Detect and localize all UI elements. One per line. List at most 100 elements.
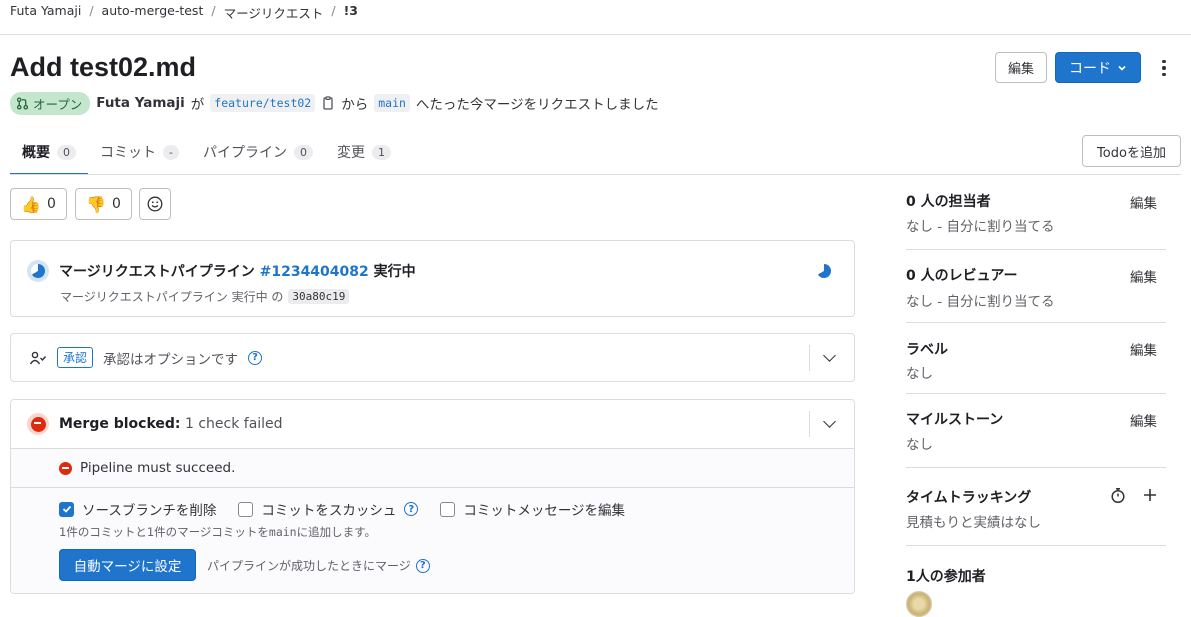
- commit-info-branch: main: [268, 525, 297, 539]
- tab-label: パイプライン: [202, 145, 287, 161]
- breadcrumb-separator: /: [211, 3, 216, 18]
- breadcrumb-mr-id[interactable]: !3: [344, 3, 358, 22]
- check-icon: [62, 505, 71, 513]
- breadcrumb-merge-requests[interactable]: マージリクエスト: [224, 3, 324, 22]
- header-divider: [0, 34, 1191, 35]
- squash-label[interactable]: コミットをスカッシュ: [261, 499, 396, 519]
- failed-check-icon: [59, 461, 72, 475]
- auto-merge-label: 自動マージに設定: [73, 559, 182, 575]
- divider: [809, 411, 810, 437]
- merge-options: ソースブランチを削除 コミットをスカッシュ ? コミットメッセージを編集: [59, 499, 625, 519]
- sidebar-divider: [906, 322, 1166, 323]
- code-dropdown-button[interactable]: コード: [1055, 52, 1141, 83]
- divider: [809, 345, 810, 371]
- edit-button[interactable]: 編集: [995, 52, 1047, 83]
- commit-info-a: 1件のコミットと1件のマージコミットを: [59, 525, 269, 539]
- labels-edit-button[interactable]: 編集: [1130, 339, 1157, 359]
- help-icon[interactable]: ?: [248, 350, 263, 365]
- approval-badge: 承認: [57, 347, 94, 368]
- time-tracking-value: 見積もりと実績はなし: [906, 515, 1041, 531]
- delete-branch-label[interactable]: ソースブランチを削除: [82, 499, 216, 519]
- avatar[interactable]: [906, 591, 932, 617]
- tab-count: 0: [57, 144, 76, 160]
- code-button-label: コード: [1069, 60, 1111, 77]
- auto-merge-button[interactable]: 自動マージに設定: [59, 549, 196, 581]
- tab-label: 概要: [22, 145, 50, 161]
- breadcrumb-separator: /: [331, 3, 336, 18]
- labels-title: ラベル: [906, 342, 948, 358]
- breadcrumb: Futa Yamaji / auto-merge-test / マージリクエスト…: [10, 3, 358, 22]
- edit-message-checkbox[interactable]: [440, 501, 456, 517]
- add-reaction-button[interactable]: [139, 188, 171, 220]
- reviewers-edit-button[interactable]: 編集: [1130, 266, 1157, 286]
- sidebar-divider: [906, 467, 1166, 468]
- milestone-value: なし: [906, 437, 933, 453]
- status-badge-label: オープン: [33, 96, 83, 112]
- mr-tabs: 概要 0 コミット - パイプライン 0 変更 1: [10, 138, 403, 175]
- auto-merge-hint: パイプラインが成功したときにマージ: [207, 559, 411, 573]
- merge-blocked-icon: [27, 413, 49, 435]
- reviewers-value[interactable]: なし - 自分に割り当てる: [906, 290, 1054, 310]
- approval-user-icon: [29, 351, 47, 364]
- pipeline-title-prefix: マージリクエストパイプライン: [59, 264, 255, 280]
- approval-widget: 承認 承認はオプションです ?: [10, 333, 855, 382]
- meta-text-kara: から: [341, 97, 369, 113]
- running-status-icon[interactable]: [27, 260, 49, 282]
- participants-title: 1人の参加者: [906, 569, 986, 585]
- thumbs-down-icon: 👎: [86, 194, 106, 214]
- tab-overview[interactable]: 概要 0: [10, 138, 88, 175]
- target-branch[interactable]: main: [374, 94, 410, 112]
- help-icon[interactable]: ?: [404, 502, 419, 516]
- milestone-title: マイルストーン: [906, 412, 1004, 428]
- pipeline-widget: マージリクエストパイプライン #1234404082 実行中 マージリクエストパ…: [10, 240, 855, 317]
- thumbs-down-count: 0: [112, 196, 121, 212]
- merge-request-icon: [16, 96, 29, 110]
- add-todo-button[interactable]: Todoを追加: [1082, 135, 1181, 167]
- sidebar-divider: [906, 545, 1166, 546]
- pipeline-id-link[interactable]: #1234404082: [260, 264, 369, 280]
- milestone-edit-button[interactable]: 編集: [1130, 410, 1157, 430]
- pipeline-title: マージリクエストパイプライン #1234404082 実行中: [59, 261, 416, 281]
- approval-text: 承認はオプションです: [103, 351, 239, 368]
- tab-commits[interactable]: コミット -: [88, 138, 191, 174]
- commit-sha[interactable]: 30a80c19: [288, 289, 350, 304]
- plus-icon[interactable]: [1143, 488, 1157, 502]
- reviewers-title: 0 人のレビュアー: [906, 268, 1018, 284]
- meta-text-tail: へたった今マージをリクエストしました: [415, 97, 659, 113]
- edit-button-label: 編集: [1007, 62, 1034, 77]
- merge-blocked-label: Merge blocked:: [59, 416, 181, 432]
- pipeline-subtext: マージリクエストパイプライン 実行中 の: [60, 290, 284, 304]
- check-text: Pipeline must succeed.: [80, 460, 236, 476]
- source-branch[interactable]: feature/test02: [210, 94, 316, 112]
- assignees-title: 0 人の担当者: [906, 194, 991, 210]
- edit-message-label[interactable]: コミットメッセージを編集: [463, 499, 625, 519]
- chevron-down-icon: [1118, 65, 1126, 71]
- tab-count: 1: [371, 144, 391, 160]
- thumbs-up-button[interactable]: 👍 0: [10, 188, 67, 220]
- author-link[interactable]: Futa Yamaji: [96, 95, 185, 111]
- pipeline-status-text: 実行中: [373, 264, 416, 280]
- tab-pipelines[interactable]: パイプライン 0: [191, 138, 325, 174]
- assignees-edit-button[interactable]: 編集: [1130, 192, 1157, 212]
- stopwatch-icon[interactable]: [1110, 487, 1126, 504]
- copy-icon[interactable]: [321, 96, 335, 110]
- smiley-icon: [147, 196, 163, 212]
- thumbs-down-button[interactable]: 👎 0: [75, 188, 132, 220]
- tab-changes[interactable]: 変更 1: [325, 138, 403, 174]
- more-actions-icon[interactable]: [1152, 58, 1176, 78]
- breadcrumb-user[interactable]: Futa Yamaji: [10, 3, 81, 22]
- chevron-down-icon[interactable]: [823, 349, 836, 362]
- page-title: Add test02.md: [10, 52, 197, 82]
- mr-meta-line: オープン Futa Yamaji が feature/test02 から mai…: [10, 91, 659, 115]
- status-badge: オープン: [10, 91, 91, 115]
- breadcrumb-project[interactable]: auto-merge-test: [102, 3, 204, 22]
- delete-branch-checkbox[interactable]: [59, 501, 74, 517]
- squash-checkbox[interactable]: [238, 501, 254, 517]
- add-todo-label: Todoを追加: [1097, 145, 1166, 161]
- meta-text-ga: が: [190, 97, 205, 113]
- time-tracking-title: タイムトラッキング: [906, 490, 1032, 506]
- assignees-value[interactable]: なし - 自分に割り当てる: [906, 215, 1054, 235]
- tab-label: コミット: [100, 145, 156, 161]
- thumbs-up-icon: 👍: [21, 194, 41, 214]
- help-icon[interactable]: ?: [415, 558, 430, 573]
